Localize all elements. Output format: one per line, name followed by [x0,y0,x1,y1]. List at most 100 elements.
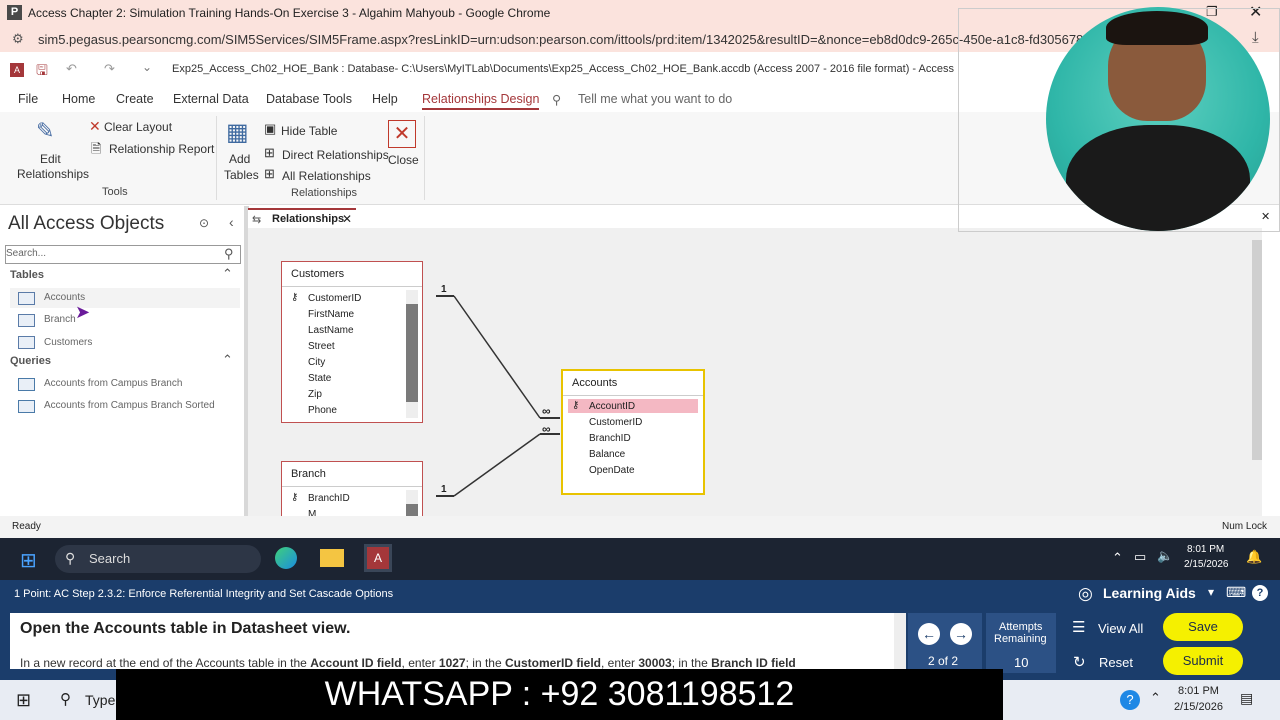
table-header[interactable]: Accounts [563,371,703,396]
tab-file[interactable]: File [18,92,38,106]
one-side-label: 1 [441,284,447,295]
instruction-scrollbar[interactable] [894,613,906,669]
site-info-icon[interactable]: ⚙ [12,31,24,47]
caret-down-icon[interactable]: ▾ [1208,585,1214,599]
notification-icon[interactable]: 🔔 [1246,549,1262,565]
tab-external-data[interactable]: External Data [173,92,249,106]
scrollbar[interactable] [406,490,418,517]
next-arrow-icon[interactable]: → [950,623,972,645]
canvas-scrollbar[interactable] [1252,240,1262,460]
customize-qat-icon[interactable]: ⌄ [142,60,152,74]
undo-icon[interactable]: ↶ [66,61,77,77]
tools-group-label: Tools [102,186,128,198]
edge-icon[interactable] [275,547,297,569]
tab-relationships-design[interactable]: Relationships Design [422,92,540,110]
search-icon[interactable]: ⚲ [552,92,561,107]
field-item[interactable]: Balance [589,449,625,460]
tab-home[interactable]: Home [62,92,95,106]
learning-aids-button[interactable]: Learning Aids [1103,585,1196,601]
clock-time[interactable]: 8:01 PM [1178,685,1219,697]
notification-icon[interactable]: ▤ [1240,690,1253,707]
display-icon[interactable]: ▭ [1134,549,1146,565]
tell-me-input[interactable]: Tell me what you want to do [578,92,732,106]
access-taskbar-button[interactable]: A [364,544,392,572]
edit-relationships-label[interactable]: Relationships [17,167,89,181]
windows-start-icon[interactable]: ⊞ [20,548,37,573]
field-item[interactable]: LastName [308,325,354,336]
all-relationships-button[interactable]: All Relationships [282,169,371,183]
direct-relationships-button[interactable]: Direct Relationships [282,148,389,162]
relationships-canvas[interactable]: 1 ∞ ∞ 1 Customers ⚷ CustomerID FirstName… [248,228,1262,517]
tab-database-tools[interactable]: Database Tools [266,92,352,106]
save-icon[interactable]: 🖫 [36,60,48,84]
nav-query-campus[interactable]: Accounts from Campus Branch [44,378,182,389]
nav-dropdown-icon[interactable]: ⊙ [199,216,209,230]
nav-table-customers[interactable]: Customers [44,337,92,348]
customers-table-box[interactable]: Customers ⚷ CustomerID FirstName LastNam… [281,261,423,423]
nav-title[interactable]: All Access Objects [8,213,164,235]
field-item[interactable]: Phone [308,405,337,416]
view-all-button[interactable]: View All [1098,621,1143,636]
tab-relationships[interactable]: ⇆ Relationships ✕ [248,208,356,230]
tab-create[interactable]: Create [116,92,154,106]
hide-table-button[interactable]: Hide Table [281,124,337,138]
relationship-report-button[interactable]: Relationship Report [109,142,214,156]
search-icon: ⚲ [65,550,76,566]
edit-relationships-button[interactable]: Edit [40,152,61,166]
chevron-up-icon[interactable]: ⌃ [1150,690,1161,706]
field-item[interactable]: State [308,373,331,384]
queries-header[interactable]: Queries [10,355,51,367]
close-icon[interactable]: ✕ [388,120,416,148]
reset-button[interactable]: Reset [1099,655,1133,670]
field-item[interactable]: City [308,357,325,368]
file-explorer-icon[interactable] [320,549,344,567]
clock-date[interactable]: 2/15/2026 [1174,701,1223,713]
search-icon[interactable]: ⚲ [60,690,71,708]
chevron-up-icon[interactable]: ⌃ [222,266,233,282]
field-item[interactable]: BranchID [308,493,350,504]
close-tab-icon[interactable]: ✕ [342,212,352,226]
tab-help[interactable]: Help [372,92,398,106]
nav-table-branch[interactable]: Branch [44,314,76,325]
add-tables-label[interactable]: Tables [224,168,259,182]
clear-layout-button[interactable]: Clear Layout [104,120,172,134]
table-header[interactable]: Customers [282,262,422,287]
url-text[interactable]: sim5.pegasus.pearsoncmg.com/SIM5Services… [38,32,1083,47]
table-header[interactable]: Branch [282,462,422,487]
nav-query-campus-sorted[interactable]: Accounts from Campus Branch Sorted [44,400,215,411]
redo-icon[interactable]: ↷ [104,61,115,77]
chevron-up-icon[interactable]: ⌃ [222,352,233,368]
scrollbar-thumb[interactable] [406,304,418,402]
prev-arrow-icon[interactable]: ← [918,623,940,645]
scrollbar[interactable] [406,290,418,418]
collapse-pane-icon[interactable]: ‹ [229,214,234,230]
clock-date[interactable]: 2/15/2026 [1184,559,1229,570]
taskbar-type-text[interactable]: Type [85,692,115,708]
tables-header[interactable]: Tables [10,269,44,281]
field-item[interactable]: BranchID [589,433,631,444]
keyboard-icon[interactable]: ⌨ [1226,584,1246,601]
divider [216,116,217,200]
chevron-up-icon[interactable]: ⌃ [1112,550,1123,566]
submit-button[interactable]: Submit [1163,647,1243,675]
volume-icon[interactable]: 🔈 [1157,548,1173,564]
save-button[interactable]: Save [1163,613,1243,641]
search-icon[interactable]: ⚲ [224,246,234,262]
field-item[interactable]: Street [308,341,335,352]
field-item[interactable]: OpenDate [589,465,635,476]
field-item[interactable]: Zip [308,389,322,400]
help-icon[interactable]: ? [1252,585,1268,601]
close-button[interactable]: Close [388,153,419,167]
field-item[interactable]: FirstName [308,309,354,320]
branch-table-box[interactable]: Branch ⚷ BranchID M [281,461,423,517]
field-item[interactable]: CustomerID [308,293,361,304]
clock-time[interactable]: 8:01 PM [1187,544,1224,555]
field-item[interactable]: CustomerID [589,417,642,428]
windows-start-icon[interactable]: ⊞ [16,690,31,711]
field-item[interactable]: AccountID [589,401,635,412]
nav-search-input[interactable]: Search... ⚲ [5,245,241,264]
add-tables-button[interactable]: Add [229,152,250,166]
help-icon[interactable]: ? [1120,690,1140,710]
taskbar-search[interactable]: ⚲ Search [55,545,261,573]
accounts-table-box[interactable]: Accounts ⚷ AccountID CustomerID BranchID… [561,369,705,495]
